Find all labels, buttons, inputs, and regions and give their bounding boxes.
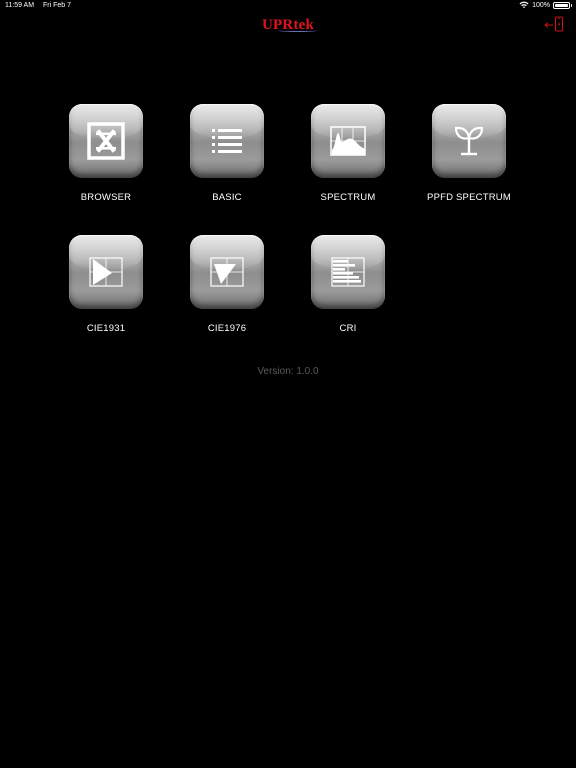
version-text: Version: 1.0.0 xyxy=(257,366,319,377)
app-label-basic: BASIC xyxy=(212,192,242,203)
wifi-icon xyxy=(519,1,529,9)
app-label-cri: CRI xyxy=(339,323,357,334)
battery-icon xyxy=(553,1,572,9)
browser-icon xyxy=(87,122,125,160)
battery-percent: 100% xyxy=(532,1,550,9)
tile-icon-browser[interactable] xyxy=(69,104,143,178)
status-date: Fri Feb 7 xyxy=(43,2,72,9)
app-label-ppfd-spectrum: PPFD SPECTRUM xyxy=(427,192,511,203)
app-tile-cri[interactable]: CRI xyxy=(288,235,408,334)
app-label-cie1976: CIE1976 xyxy=(207,323,247,334)
cie1976-icon xyxy=(210,257,244,287)
plant-sprout-icon xyxy=(454,126,484,156)
tile-icon-spectrum[interactable] xyxy=(311,104,385,178)
exit-phone-icon xyxy=(544,16,564,32)
status-bar: 11:59 AM Fri Feb 7 100% xyxy=(0,0,576,12)
cri-bars-icon xyxy=(331,257,365,287)
tile-icon-cie1976[interactable] xyxy=(190,235,264,309)
tile-icon-basic[interactable] xyxy=(190,104,264,178)
app-tile-ppfd-spectrum[interactable]: PPFD SPECTRUM xyxy=(409,104,529,203)
tile-icon-cri[interactable] xyxy=(311,235,385,309)
status-right: 100% xyxy=(519,1,572,9)
list-icon xyxy=(212,129,242,153)
status-time: 11:59 AM xyxy=(5,2,35,9)
status-left: 11:59 AM Fri Feb 7 xyxy=(5,2,78,9)
app-tile-spectrum[interactable]: SPECTRUM xyxy=(288,104,408,203)
exit-button[interactable] xyxy=(544,16,566,34)
app-tile-cie1976[interactable]: CIE1976 xyxy=(167,235,287,334)
brand-logo: UPRtek xyxy=(0,17,576,34)
app-label-cie1931: CIE1931 xyxy=(86,323,126,334)
tile-icon-cie1931[interactable] xyxy=(69,235,143,309)
tile-icon-ppfd-spectrum[interactable] xyxy=(432,104,506,178)
app-tile-browser[interactable]: BROWSER xyxy=(46,104,166,203)
logo-swoosh xyxy=(277,29,318,32)
app-tile-cie1931[interactable]: CIE1931 xyxy=(46,235,166,334)
app-tile-basic[interactable]: BASIC xyxy=(167,104,287,203)
spectrum-icon xyxy=(330,126,366,156)
cie1931-icon xyxy=(89,257,123,287)
app-label-spectrum: SPECTRUM xyxy=(320,192,376,203)
app-label-browser: BROWSER xyxy=(80,192,132,203)
